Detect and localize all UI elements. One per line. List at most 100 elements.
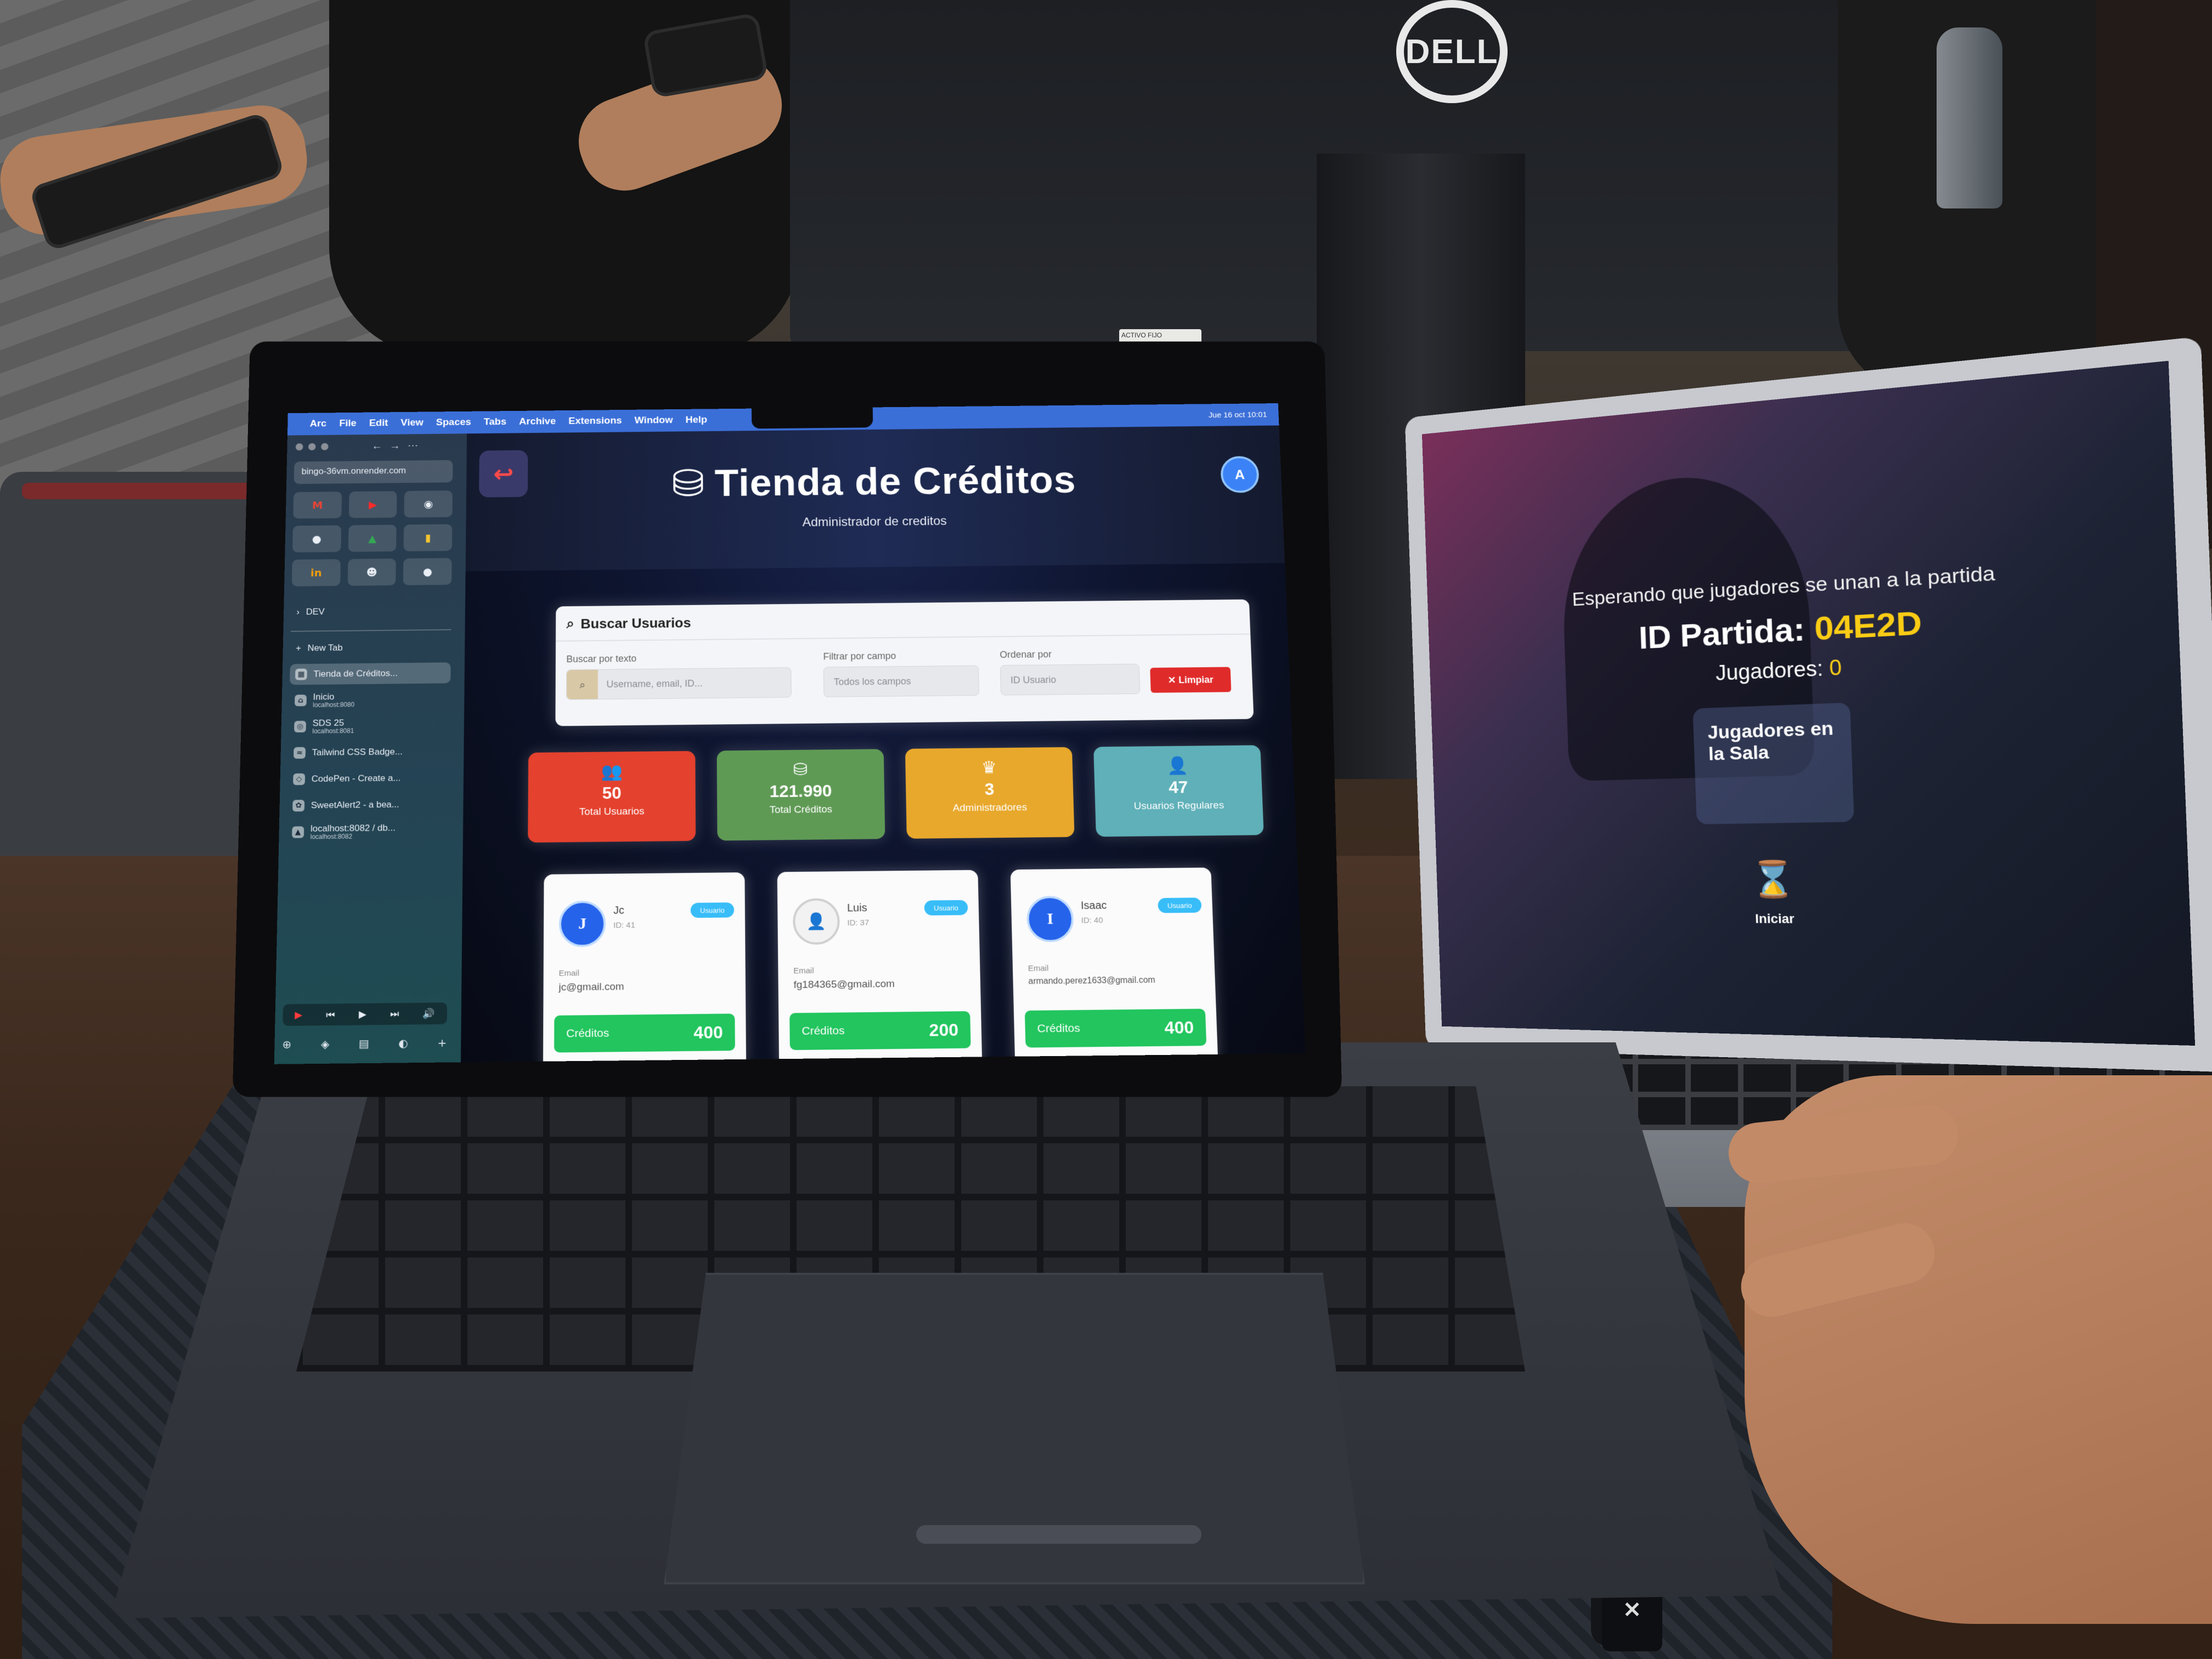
clear-button[interactable]: ✕ Limpiar [1150, 667, 1232, 693]
url-bar[interactable]: bingo-36vm.onrender.com [294, 460, 453, 484]
tab-subtitle: localhost:8082 [310, 832, 353, 840]
favorite-github-icon[interactable]: ◉ [404, 490, 453, 518]
filter-label: Filtrar por campo [823, 650, 896, 662]
add-space-icon[interactable]: + [437, 1036, 447, 1049]
globe-icon: ◎ [294, 720, 307, 733]
stat-label: Total Usuarios [579, 805, 645, 818]
stat-value: 47 [1168, 777, 1188, 797]
dell-logo: DELL [1396, 0, 1508, 103]
menu-item-archive[interactable]: Archive [519, 416, 556, 427]
user-id: ID: 37 [847, 918, 870, 928]
tab-title: Inicio [313, 691, 335, 702]
menubar-clock[interactable]: Jue 16 oct 10:01 [1209, 410, 1279, 420]
backpack-stripe [22, 483, 252, 499]
favorite-keep-icon[interactable]: ▮ [403, 524, 453, 551]
user-card[interactable]: I Isaac ID: 40 Usuario Email armando.per… [1010, 867, 1218, 1063]
sidebar-tab-sweetalert[interactable]: ✿ SweetAlert2 - a bea... [287, 793, 449, 816]
sidebar-folder-dev[interactable]: › DEV [291, 600, 451, 623]
codepen-icon: ◇ [293, 773, 306, 786]
next-track-icon[interactable]: ⏭ [390, 1008, 399, 1020]
user-card[interactable]: 👤 Luis ID: 37 Usuario Email fg184365@gma… [777, 870, 983, 1063]
sidebar-tab-localhost-db[interactable]: ▲ localhost:8082 / db... localhost:8082 [286, 820, 449, 843]
library-icon[interactable]: ▤ [359, 1037, 369, 1050]
sidebar-tab-tienda[interactable]: ▦ Tienda de Créditos... [290, 662, 451, 685]
database-icon: ▲ [292, 826, 304, 838]
search-heading: ⌕ Buscar Usuarios [567, 614, 691, 633]
role-badge: Usuario [924, 900, 968, 916]
browser-sidebar: ←→⋯ bingo-36vm.onrender.com M ▶ ◉ ● ▲ ▮ … [274, 433, 467, 1064]
favorite-youtube-icon[interactable]: ▶ [348, 491, 397, 518]
user-card[interactable]: J Jc ID: 41 Usuario Email jc@gmail.com C… [543, 872, 747, 1063]
user-id: ID: 41 [613, 921, 635, 930]
email-label: Email [793, 966, 814, 976]
players-in-room-panel: Jugadores en la Sala [1692, 702, 1854, 825]
tab-title: Tailwind CSS Badge... [312, 746, 403, 758]
email-label: Email [558, 968, 579, 978]
more-icon[interactable]: ⋯ [408, 440, 426, 452]
close-window-button[interactable] [295, 443, 303, 451]
new-tab-button[interactable]: + New Tab [290, 636, 451, 659]
sidebar-tab-sds25[interactable]: ◎ SDS 25 localhost:8081 [289, 715, 450, 737]
search-users-card: ⌕ Buscar Usuarios Buscar por texto ⌕ Use… [555, 599, 1254, 726]
tab-subtitle: localhost:8080 [313, 701, 355, 709]
stat-label: Usuarios Regulares [1133, 800, 1224, 812]
tab-title: SweetAlert2 - a bea... [311, 799, 399, 811]
menu-item-extensions[interactable]: Extensions [568, 415, 622, 427]
users-icon: 👥 [601, 761, 623, 782]
stat-regular-users: 👤 47 Usuarios Regulares [1093, 745, 1264, 837]
search-heading-text: Buscar Usuarios [580, 614, 691, 631]
minimize-window-button[interactable] [308, 443, 316, 450]
plus-icon: + [295, 643, 302, 653]
back-arrow-icon[interactable]: ← [371, 441, 390, 452]
search-icon: ⌕ [566, 615, 574, 631]
page-title: ⛁ Tienda de Créditos [466, 456, 1282, 508]
menu-item-edit[interactable]: Edit [369, 417, 388, 429]
theme-icon[interactable]: ◐ [398, 1037, 408, 1050]
tab-title: CodePen - Create a... [311, 772, 401, 784]
play-icon[interactable]: ▶ [359, 1008, 366, 1020]
tailwind-icon: ≈ [294, 747, 306, 759]
favorite-linkedin-icon[interactable]: in [291, 559, 341, 586]
credits-value: 200 [929, 1019, 959, 1040]
tab-title: SDS 25 [312, 718, 345, 728]
youtube-media-icon[interactable]: ▶ [295, 1009, 302, 1020]
volume-icon[interactable]: 🔊 [423, 1008, 436, 1019]
stat-value: 3 [984, 779, 995, 799]
order-select[interactable]: ID Usuario [1000, 663, 1141, 696]
text-search-input[interactable]: ⌕ Username, email, ID... [566, 667, 792, 700]
credits-value: 400 [693, 1022, 723, 1042]
space-icon[interactable]: ◈ [321, 1037, 330, 1051]
credits-bar: Créditos 400 [554, 1013, 735, 1053]
forward-arrow-icon[interactable]: → [390, 440, 408, 452]
menu-item-arc[interactable]: Arc [310, 419, 327, 430]
magnifier-icon: ⌕ [567, 669, 598, 699]
user-email: armando.perez1633@gmail.com [1028, 975, 1155, 986]
favorite-chatgpt-icon[interactable]: ● [292, 525, 341, 552]
user-email: jc@gmail.com [558, 981, 624, 994]
menu-item-tabs[interactable]: Tabs [484, 416, 506, 428]
menu-item-help[interactable]: Help [685, 415, 707, 426]
filter-select[interactable]: Todos los campos [823, 665, 980, 697]
zoom-window-button[interactable] [320, 443, 329, 450]
archive-icon[interactable]: ⊕ [282, 1038, 291, 1051]
favorite-bot-icon[interactable]: ☻ [347, 558, 397, 586]
favorite-circle-icon[interactable]: ● [403, 558, 452, 585]
favorites-grid: M ▶ ◉ ● ▲ ▮ in ☻ ● [291, 490, 453, 586]
players-label: Jugadores: [1715, 656, 1824, 685]
favorite-drive-icon[interactable]: ▲ [348, 524, 397, 552]
sidebar-tab-tailwind[interactable]: ≈ Tailwind CSS Badge... [288, 741, 450, 763]
favorite-gmail-icon[interactable]: M [293, 492, 342, 519]
user-avatar-initial: J [558, 900, 606, 947]
menu-item-file[interactable]: File [339, 418, 357, 430]
menu-item-view[interactable]: View [400, 417, 424, 429]
previous-track-icon[interactable]: ⏮ [326, 1009, 335, 1020]
sidebar-tab-inicio[interactable]: ⌂ Inicio localhost:8080 [289, 689, 450, 711]
menu-item-spaces[interactable]: Spaces [436, 417, 471, 428]
camera-notch [751, 407, 873, 429]
sidebar-tab-codepen[interactable]: ◇ CodePen - Create a... [287, 767, 450, 790]
room-title: Jugadores en la Sala [1707, 717, 1834, 765]
asset-tag-text: ACTIVO FIJO [1121, 331, 1163, 339]
sweetalert-icon: ✿ [292, 799, 305, 812]
menu-item-window[interactable]: Window [635, 415, 673, 426]
start-button[interactable]: Iniciar [1729, 911, 1821, 927]
